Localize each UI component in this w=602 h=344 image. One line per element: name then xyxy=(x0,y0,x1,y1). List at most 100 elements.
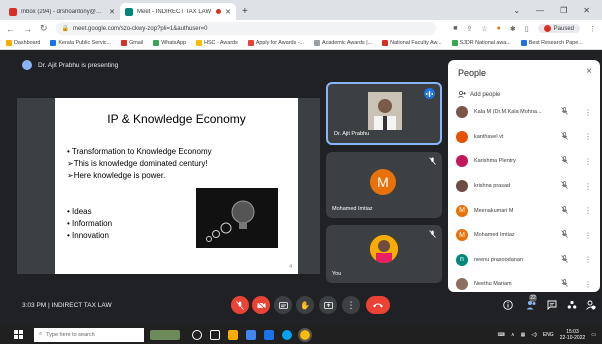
lightbulb-image xyxy=(196,188,278,248)
back-icon[interactable]: ← xyxy=(6,24,15,34)
more-options-icon[interactable]: ⋮ xyxy=(584,231,592,240)
camera-toggle-button[interactable] xyxy=(252,296,270,314)
bookmark-item[interactable]: National Faculty Aw... xyxy=(382,40,442,46)
people-icon[interactable] xyxy=(526,300,537,312)
info-icon[interactable] xyxy=(503,300,513,312)
keyboard-icon[interactable]: ⌨ xyxy=(498,332,505,338)
participant-name: kanthavel vt xyxy=(474,133,504,140)
forward-icon[interactable]: → xyxy=(23,24,32,34)
participant-row[interactable]: kanthavel vt ⋮ xyxy=(448,125,600,150)
participant-row[interactable]: Kala M (Dr.M.Kala Mohna... ⋮ xyxy=(448,100,600,125)
tab-meet[interactable]: Meet - INDIRECT TAX LAW ✕ xyxy=(120,3,236,20)
bookmark-icon xyxy=(6,40,12,46)
participant-row[interactable]: krishna prasad ⋮ xyxy=(448,174,600,199)
shared-screen[interactable]: IP & Knowledge Economy • Transformation … xyxy=(17,98,320,274)
avatar xyxy=(370,235,398,263)
participant-row[interactable]: n neenu prasoodanan ⋮ xyxy=(448,248,600,273)
camera-icon[interactable]: ■ xyxy=(453,25,457,32)
more-options-icon[interactable]: ⋮ xyxy=(584,108,592,117)
bookmark-item[interactable]: HSC - Awards xyxy=(196,40,238,46)
minimize-icon[interactable]: — xyxy=(536,6,544,15)
participant-row[interactable]: M Mohamed Imtiaz ⋮ xyxy=(448,223,600,248)
avatar: n xyxy=(456,253,468,266)
bookmark-label: HSC - Awards xyxy=(204,40,238,46)
notifications-icon[interactable]: ▭ xyxy=(591,332,596,338)
taskbar-search-input[interactable]: ⌕ Type here to search xyxy=(34,327,144,342)
bookmark-item[interactable]: Best Research Pape... xyxy=(520,40,583,46)
mail-icon[interactable] xyxy=(264,329,274,340)
more-options-icon[interactable]: ⋮ xyxy=(584,280,592,289)
hang-up-icon xyxy=(373,303,383,308)
store-icon[interactable] xyxy=(246,329,256,340)
puzzle-icon[interactable]: ✱ xyxy=(510,25,516,33)
slide-bullets: • Transformation to Knowledge Economy ➢T… xyxy=(67,146,212,182)
more-options-icon[interactable]: ⋮ xyxy=(584,206,592,215)
extension-icon[interactable]: ● xyxy=(497,25,501,32)
mic-off-icon xyxy=(429,157,436,167)
more-options-icon[interactable]: ⋮ xyxy=(584,182,592,191)
captions-button[interactable] xyxy=(274,296,292,314)
present-button[interactable] xyxy=(319,296,337,314)
file-explorer-icon[interactable] xyxy=(228,329,238,340)
windows-start-icon[interactable] xyxy=(14,330,23,341)
more-options-button[interactable]: ⋮ xyxy=(342,296,360,314)
network-icon[interactable]: ▦ xyxy=(521,332,526,338)
more-options-icon[interactable]: ⋮ xyxy=(584,255,592,264)
chevron-up-icon[interactable]: ∧ xyxy=(511,332,515,338)
slide-bullets-secondary: • Ideas • Information • Innovation xyxy=(67,206,112,242)
taskbar-photo-icon[interactable] xyxy=(150,329,180,340)
chat-icon[interactable] xyxy=(547,300,557,312)
reload-icon[interactable]: ↻ xyxy=(40,23,48,34)
url-field[interactable]: 🔒 meet.google.com/szo-ckwy-zop?pli=1&aut… xyxy=(55,22,436,35)
chevron-down-icon[interactable]: ⌄ xyxy=(513,6,520,15)
star-icon[interactable]: ☆ xyxy=(481,25,487,33)
presentation-slide: IP & Knowledge Economy • Transformation … xyxy=(55,98,298,274)
tab-gmail[interactable]: Inbox (294) - drshoantony@MAII ✕ xyxy=(4,3,120,20)
bookmark-item[interactable]: WhatsApp xyxy=(153,40,186,46)
mic-off-icon xyxy=(561,181,568,191)
mic-toggle-button[interactable] xyxy=(231,296,249,314)
sidebar-icon[interactable]: ▯ xyxy=(525,25,529,33)
close-window-icon[interactable]: ✕ xyxy=(583,6,590,15)
edge-icon[interactable] xyxy=(282,329,292,340)
participant-name: You xyxy=(332,271,342,277)
bookmark-item[interactable]: Dashboard xyxy=(6,40,40,46)
new-tab-button[interactable]: + xyxy=(242,6,248,17)
cortana-icon[interactable] xyxy=(192,329,202,340)
bookmark-label: Gmail xyxy=(129,40,144,46)
close-icon[interactable]: ✕ xyxy=(109,8,115,16)
volume-icon[interactable]: ◁) xyxy=(531,332,537,338)
participant-tile-self[interactable]: You xyxy=(326,225,442,283)
raise-hand-button[interactable]: ✋ xyxy=(296,296,314,314)
clock[interactable]: 15:03 22-10-2022 xyxy=(560,329,586,341)
participant-row[interactable]: Karishma Plentry ⋮ xyxy=(448,149,600,174)
panel-title: People xyxy=(458,68,487,78)
chrome-icon[interactable] xyxy=(298,327,312,342)
bookmark-item[interactable]: Academic Awards |... xyxy=(313,40,372,46)
bookmark-item[interactable]: Apply for Awards -... xyxy=(247,40,304,46)
activities-icon[interactable] xyxy=(567,300,577,312)
profile-button[interactable]: Paused xyxy=(537,24,580,33)
add-people-button[interactable]: Add people xyxy=(458,91,500,98)
meet-icon xyxy=(125,7,133,16)
participant-tile-presenter[interactable]: Dr. Ajit Prabhu xyxy=(326,82,442,145)
task-view-icon[interactable] xyxy=(210,329,220,340)
close-panel-button[interactable]: × xyxy=(586,66,592,77)
window-controls: ⌄ — ❐ ✕ xyxy=(513,0,602,20)
more-options-icon[interactable]: ⋮ xyxy=(584,157,592,166)
more-options-icon[interactable]: ⋮ xyxy=(584,132,592,141)
bookmark-item[interactable]: Gmail xyxy=(121,40,143,46)
participant-tile[interactable]: M Mohamed Imtiaz xyxy=(326,152,442,218)
host-controls-icon[interactable] xyxy=(586,300,596,312)
bookmark-item[interactable]: Kerala Public Servic... xyxy=(50,40,111,46)
participant-row[interactable]: M Meenakumari M ⋮ xyxy=(448,198,600,223)
menu-icon[interactable]: ⋮ xyxy=(589,25,596,33)
share-icon[interactable]: ⇪ xyxy=(467,25,473,33)
maximize-icon[interactable]: ❐ xyxy=(560,6,567,15)
leave-call-button[interactable] xyxy=(366,296,390,314)
slide-bullet: • Information xyxy=(67,219,113,228)
bookmark-item[interactable]: SJDR National awa... xyxy=(451,40,511,46)
language-indicator[interactable]: ENG xyxy=(543,332,554,338)
participant-row[interactable]: Neethu Mariam ⋮ xyxy=(448,272,600,292)
close-icon[interactable]: ✕ xyxy=(225,8,231,16)
